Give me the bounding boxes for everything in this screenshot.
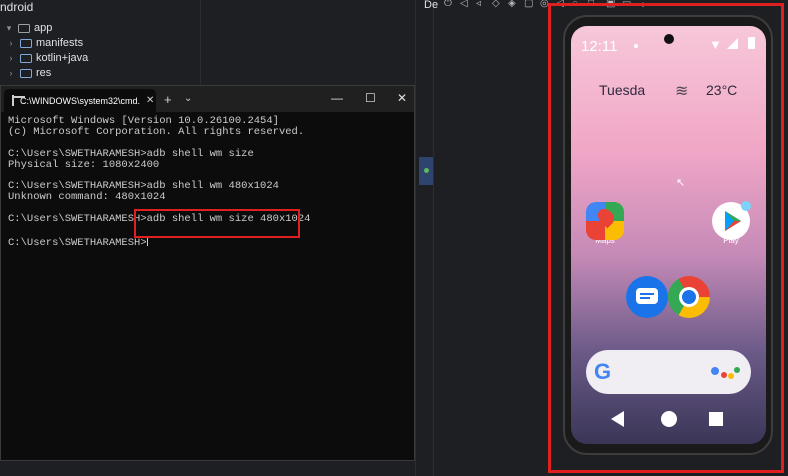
fog-icon: ≋ bbox=[675, 83, 689, 100]
minimize-button[interactable]: — bbox=[331, 91, 343, 105]
signal-icon bbox=[727, 38, 738, 49]
chevron-down-icon: ▾ bbox=[6, 22, 12, 33]
assistant-icon[interactable] bbox=[710, 364, 740, 382]
tree-item-manifests[interactable]: › manifests bbox=[6, 35, 84, 51]
close-icon[interactable]: ✕ bbox=[146, 95, 154, 106]
maximize-button[interactable]: ☐ bbox=[365, 91, 376, 105]
camera-cutout-icon bbox=[664, 34, 674, 44]
google-logo-icon: G bbox=[594, 359, 612, 384]
recents-icon[interactable] bbox=[709, 412, 723, 426]
chrome-icon bbox=[668, 276, 710, 318]
desktop: ndroid ▾ app › manifests › kotlin+java ›… bbox=[0, 0, 788, 476]
glance-date[interactable]: Tuesda bbox=[599, 82, 645, 98]
highlight-annotation bbox=[134, 209, 300, 238]
volume-down-icon[interactable]: ◃ bbox=[476, 0, 481, 9]
tree-item-kotlin-java[interactable]: › kotlin+java bbox=[6, 50, 89, 66]
app-maps[interactable]: Maps bbox=[583, 202, 627, 245]
phone-screen[interactable]: 12:11 ▼ Tuesda ≋ 23°C ↖ Maps Play G bbox=[571, 26, 766, 444]
close-window-button[interactable]: ✕ bbox=[397, 91, 407, 105]
cmd-tab[interactable]: C:\WINDOWS\system32\cmd. ✕ bbox=[4, 89, 156, 112]
volume-up-icon[interactable]: ◁ bbox=[460, 0, 468, 9]
cmd-tab-title: C:\WINDOWS\system32\cmd. bbox=[20, 95, 141, 106]
app-messages[interactable] bbox=[625, 276, 669, 318]
rotate-left-icon[interactable]: ◇ bbox=[492, 0, 500, 9]
cmd-window[interactable]: C:\WINDOWS\system32\cmd. ✕ + ⌄ — ☐ ✕ Mic… bbox=[0, 85, 415, 461]
ide-divider bbox=[200, 0, 201, 90]
emulator-title: De bbox=[424, 0, 439, 11]
chevron-right-icon: › bbox=[9, 68, 13, 78]
tree-item-label: manifests bbox=[36, 37, 84, 49]
tree-item-label: res bbox=[36, 67, 52, 79]
app-play-store[interactable]: Play bbox=[709, 201, 753, 245]
chevron-right-icon: › bbox=[9, 38, 13, 48]
tree-item-res[interactable]: › res bbox=[6, 65, 52, 81]
rotate-right-icon[interactable]: ◈ bbox=[508, 0, 516, 9]
folder-icon bbox=[20, 53, 32, 63]
wifi-icon: ▼ bbox=[709, 37, 722, 52]
tree-item-label: app bbox=[34, 22, 53, 34]
terminal-line: C:\Users\SWETHARAMESH>adb shell wm size bbox=[8, 147, 254, 160]
terminal-line: Physical size: 1080x2400 bbox=[8, 158, 160, 171]
status-dot-icon bbox=[424, 168, 429, 173]
new-tab-button[interactable]: + bbox=[164, 92, 172, 107]
navigation-bar bbox=[571, 404, 766, 436]
app-chrome[interactable] bbox=[667, 276, 711, 318]
screenshot-icon[interactable]: ▢ bbox=[524, 0, 533, 9]
folder-icon bbox=[20, 38, 32, 48]
ide-project-title: ndroid bbox=[0, 0, 34, 14]
tree-item-app[interactable]: ▾ app bbox=[4, 20, 53, 36]
folder-icon bbox=[18, 23, 30, 33]
play-store-icon bbox=[712, 201, 751, 240]
tree-item-label: kotlin+java bbox=[36, 52, 89, 64]
status-time: 12:11 bbox=[581, 38, 618, 55]
terminal-icon bbox=[12, 95, 25, 106]
chevron-right-icon: › bbox=[9, 53, 13, 63]
battery-icon bbox=[748, 37, 755, 49]
folder-icon bbox=[20, 68, 32, 78]
messages-icon bbox=[626, 276, 668, 318]
ide-tool-strip bbox=[415, 0, 433, 476]
chevron-down-icon[interactable]: ⌄ bbox=[184, 93, 192, 104]
glance-temperature[interactable]: 23°C bbox=[706, 82, 737, 98]
back-icon[interactable] bbox=[611, 411, 624, 427]
power-icon[interactable]: ⏻ bbox=[444, 0, 452, 9]
terminal-line: (c) Microsoft Corporation. All rights re… bbox=[8, 125, 305, 138]
notification-dot-icon bbox=[634, 44, 638, 48]
home-icon[interactable] bbox=[661, 411, 677, 427]
prompt-text: C:\Users\SWETHARAMESH> bbox=[8, 236, 147, 249]
mouse-pointer-icon: ↖ bbox=[676, 177, 686, 189]
maps-icon bbox=[586, 202, 624, 240]
google-search-bar[interactable]: G bbox=[586, 350, 751, 394]
terminal-line: Unknown command: 480x1024 bbox=[8, 191, 166, 204]
